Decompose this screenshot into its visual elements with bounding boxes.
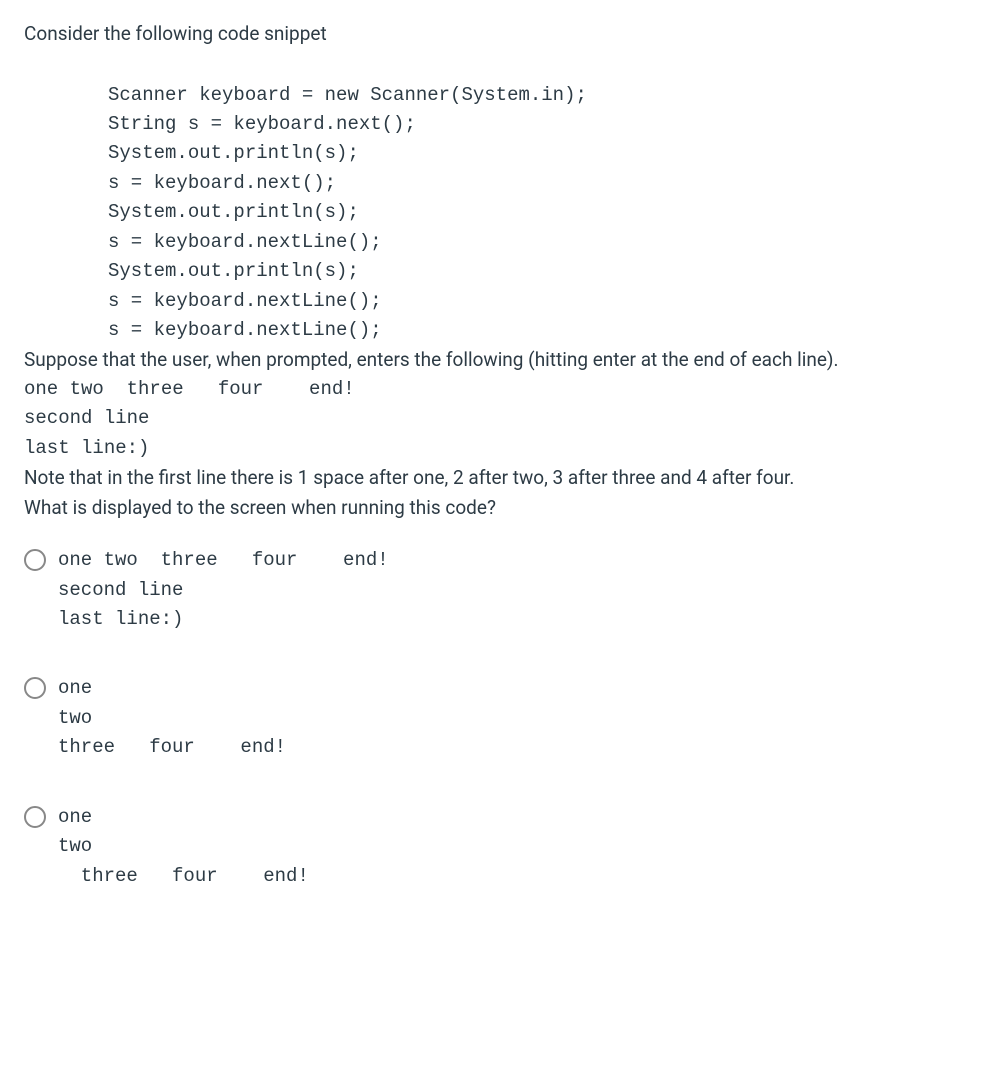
answer-option-2[interactable]: one two three four end! — [24, 674, 973, 762]
answer-option-3[interactable]: one two three four end! — [24, 803, 973, 891]
option-text: one two three four end! — [58, 803, 309, 891]
option-text: one two three four end! second line last… — [58, 546, 389, 634]
answer-options: one two three four end! second line last… — [24, 546, 973, 891]
radio-button[interactable] — [24, 806, 46, 828]
radio-button[interactable] — [24, 677, 46, 699]
prompt-text-1: Suppose that the user, when prompted, en… — [24, 345, 973, 374]
code-snippet: Scanner keyboard = new Scanner(System.in… — [108, 81, 973, 346]
answer-option-1[interactable]: one two three four end! second line last… — [24, 546, 973, 634]
prompt-text-2: Note that in the first line there is 1 s… — [24, 463, 973, 492]
user-input-sample: one two three four end! second line last… — [24, 375, 973, 463]
prompt-text-3: What is displayed to the screen when run… — [24, 493, 973, 522]
question-intro: Consider the following code snippet — [24, 20, 973, 49]
option-text: one two three four end! — [58, 674, 286, 762]
radio-button[interactable] — [24, 549, 46, 571]
